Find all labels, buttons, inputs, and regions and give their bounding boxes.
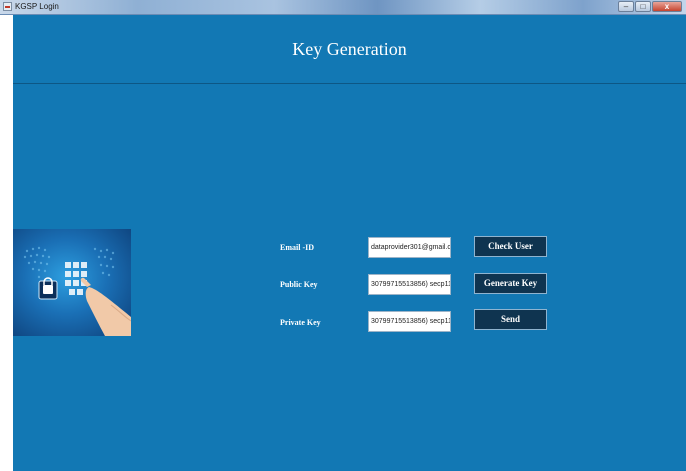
- app-window: KGSP Login – □ x Key Generation Email -I…: [0, 0, 686, 471]
- window-title: KGSP Login: [15, 2, 59, 11]
- private-key-label: Private Key: [280, 318, 321, 327]
- app-icon: [3, 2, 12, 11]
- security-keypad-image: [13, 229, 131, 336]
- maximize-icon[interactable]: □: [635, 1, 651, 12]
- private-key-field[interactable]: 30799715513856) secp112r1: [368, 311, 451, 332]
- check-user-button[interactable]: Check User: [474, 236, 547, 257]
- email-label: Email -ID: [280, 243, 314, 252]
- public-key-label: Public Key: [280, 280, 318, 289]
- email-field[interactable]: dataprovider301@gmail.com: [368, 237, 451, 258]
- header-panel: Key Generation: [13, 15, 686, 84]
- main-panel: Key Generation Email -ID dataprovider301…: [13, 15, 686, 471]
- title-bar: KGSP Login – □ x: [0, 0, 686, 15]
- send-button[interactable]: Send: [474, 309, 547, 330]
- public-key-field[interactable]: 30799715513856) secp112r1: [368, 274, 451, 295]
- generate-key-button[interactable]: Generate Key: [474, 273, 547, 294]
- page-title: Key Generation: [292, 39, 407, 59]
- minimize-icon[interactable]: –: [618, 1, 634, 12]
- window-controls: – □ x: [618, 1, 682, 12]
- close-icon[interactable]: x: [652, 1, 682, 12]
